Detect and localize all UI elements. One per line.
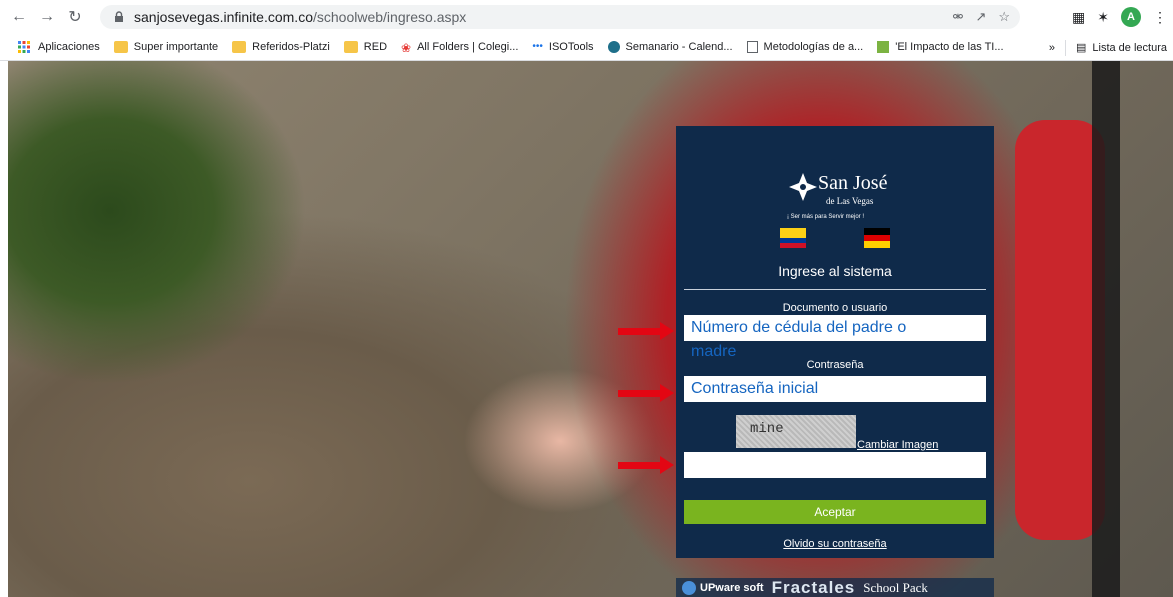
reading-list-icon: ▤ [1075, 42, 1087, 54]
folder-icon [113, 41, 128, 53]
bookmark-apps[interactable]: Aplicaciones [18, 41, 100, 53]
logo-subtitle: de Las Vegas [826, 196, 874, 206]
bookmark-metodologias[interactable]: Metodologías de a... [746, 41, 863, 53]
bookmark-super-importante[interactable]: Super importante [113, 41, 218, 53]
footer-brands: UPware soft Fractales School Pack [676, 578, 994, 597]
apps-grid-icon [18, 41, 32, 53]
key-icon[interactable]: ⚮ [953, 9, 964, 25]
browser-toolbar: ← → ↻ sanjosevegas.infinite.com.co/schoo… [0, 0, 1173, 34]
isotools-icon: ••• [532, 41, 543, 52]
colegio-icon: ❀ [401, 41, 412, 55]
menu-icon[interactable]: ⋮ [1153, 9, 1167, 26]
captcha-image: mine [736, 415, 856, 448]
background-photo [0, 61, 1173, 597]
user-input[interactable] [684, 315, 986, 341]
login-title: Ingrese al sistema [778, 263, 892, 279]
star-icon[interactable]: ☆ [998, 9, 1010, 25]
bookmark-red[interactable]: RED [343, 41, 387, 53]
forgot-password-link[interactable]: Olvido su contraseña [676, 538, 994, 550]
divider [1064, 39, 1066, 56]
password-label: Contraseña [806, 359, 864, 371]
schoolpack-brand: School Pack [863, 579, 928, 595]
document-icon [746, 41, 758, 53]
share-icon[interactable]: ↗ [975, 9, 986, 25]
divider [684, 289, 986, 290]
bookmark-impacto-ti[interactable]: 'El Impacto de las TI... [877, 41, 1004, 53]
fractales-brand: Fractales [771, 577, 856, 597]
url-text: sanjosevegas.infinite.com.co/schoolweb/i… [134, 9, 467, 25]
user-label: Documento o usuario [782, 302, 888, 314]
semanario-icon [607, 41, 620, 53]
lock-icon [112, 10, 126, 24]
more-bookmarks-icon[interactable]: » [1049, 42, 1055, 54]
puzzle-icon[interactable]: ✶ [1097, 9, 1109, 26]
change-image-link[interactable]: Cambiar Imagen [857, 439, 938, 451]
back-icon[interactable]: ← [8, 6, 30, 28]
logo-tagline: ¡ Ser más para Servir mejor ! [787, 214, 865, 220]
green-app-icon [877, 41, 890, 53]
logo-name: San José [818, 172, 888, 194]
password-input[interactable] [684, 376, 986, 402]
reading-list[interactable]: Lista de lectura [1092, 42, 1167, 54]
bookmark-referidos[interactable]: Referidos-Platzi [232, 41, 330, 53]
folder-icon [232, 41, 247, 53]
colombia-flag-icon[interactable] [780, 228, 806, 248]
bookmark-all-folders[interactable]: ❀ All Folders | Colegi... [401, 41, 518, 55]
bookmark-isotools[interactable]: ••• ISOTools [532, 41, 593, 53]
page-left-edge [0, 61, 8, 597]
avatar[interactable]: A [1121, 7, 1141, 27]
captcha-input[interactable] [684, 452, 986, 478]
germany-flag-icon[interactable] [864, 228, 890, 249]
background-jacket-stripe [1092, 61, 1120, 597]
login-panel: San José de Las Vegas ¡ Ser más para Ser… [676, 126, 994, 558]
bookmark-semanario[interactable]: Semanario - Calend... [607, 41, 733, 53]
folder-icon [343, 41, 358, 53]
upware-brand: UPware soft [700, 581, 764, 594]
accept-button[interactable]: Aceptar [684, 500, 986, 524]
address-bar[interactable]: sanjosevegas.infinite.com.co/schoolweb/i… [100, 5, 1020, 29]
reload-icon[interactable]: ↻ [64, 6, 86, 28]
grid-extension-icon[interactable]: ▦ [1072, 9, 1085, 26]
school-logo: San José de Las Vegas ¡ Ser más para Ser… [676, 148, 994, 220]
forward-icon[interactable]: → [36, 6, 58, 28]
crest-icon [789, 173, 817, 201]
bookmarks-bar: Aplicaciones Super importante Referidos-… [0, 34, 1173, 61]
globe-icon [682, 580, 696, 595]
